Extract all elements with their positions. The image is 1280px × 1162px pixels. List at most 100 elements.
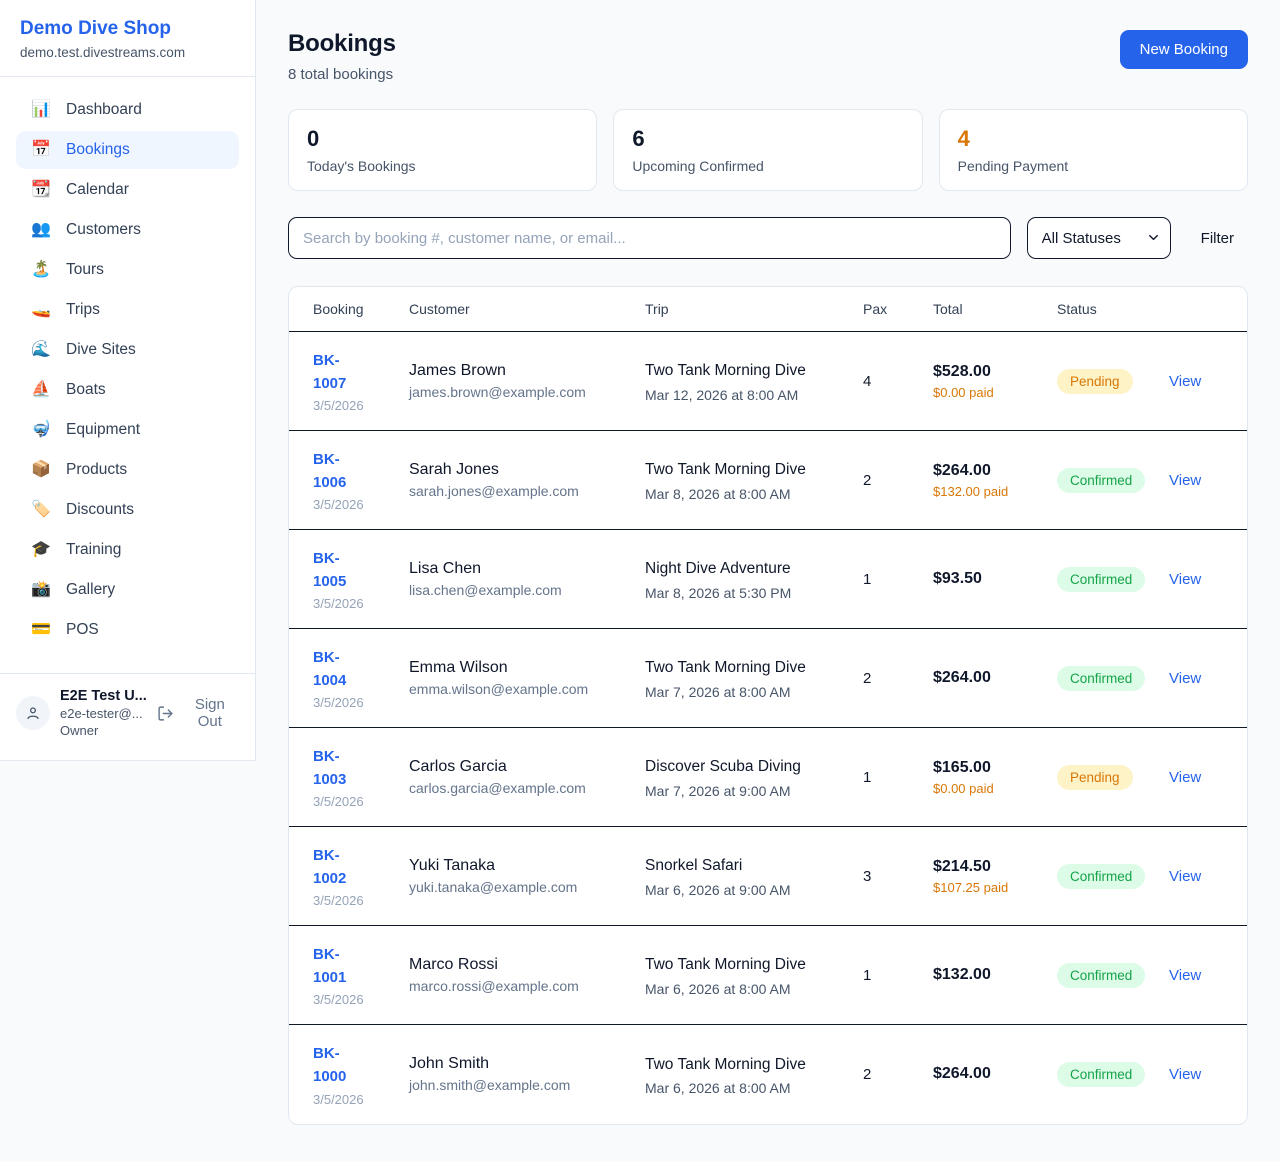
- user-box: E2E Test U... e2e-tester@... Owner Sign …: [0, 673, 255, 760]
- sidebar-item-customers[interactable]: 👥 Customers: [16, 211, 239, 249]
- booking-date: 3/5/2026: [313, 794, 393, 809]
- page-header-text: Bookings 8 total bookings: [288, 30, 396, 83]
- app-root: Demo Dive Shop demo.test.divestreams.com…: [0, 0, 1280, 1162]
- stats-row: 0 Today's Bookings 6 Upcoming Confirmed …: [288, 109, 1248, 191]
- view-link[interactable]: View: [1169, 373, 1201, 390]
- total-amount: $165.00: [933, 759, 1041, 777]
- customer-email: carlos.garcia@example.com: [409, 780, 629, 796]
- table-row: BK-1005 3/5/2026 Lisa Chen lisa.chen@exa…: [289, 530, 1247, 629]
- user-name: E2E Test U...: [60, 688, 147, 704]
- trip-name: Night Dive Adventure: [645, 557, 833, 580]
- trip-name: Two Tank Morning Dive: [645, 458, 833, 481]
- filter-button[interactable]: Filter: [1187, 222, 1248, 255]
- nav-label: Bookings: [66, 141, 130, 159]
- pax-count: 1: [855, 530, 925, 629]
- sidebar-item-bookings[interactable]: 📅 Bookings: [16, 131, 239, 169]
- stat-card-upcoming-confirmed: 6 Upcoming Confirmed: [613, 109, 922, 191]
- sidebar-item-calendar[interactable]: 📆 Calendar: [16, 171, 239, 209]
- sidebar-item-boats[interactable]: ⛵ Boats: [16, 371, 239, 409]
- booking-date: 3/5/2026: [313, 398, 393, 413]
- booking-id-link[interactable]: BK-1003: [313, 745, 371, 792]
- trip-datetime: Mar 7, 2026 at 9:00 AM: [645, 783, 847, 799]
- paid-amount: $107.25 paid: [933, 880, 1025, 895]
- new-booking-button[interactable]: New Booking: [1120, 30, 1248, 69]
- sidebar-item-pos[interactable]: 💳 POS: [16, 611, 239, 649]
- customer-name: Yuki Tanaka: [409, 857, 629, 875]
- nav-icon: 🤿: [30, 422, 52, 438]
- nav-label: POS: [66, 621, 99, 639]
- sign-out-button[interactable]: Sign Out: [157, 696, 239, 730]
- view-link[interactable]: View: [1169, 670, 1201, 687]
- nav-label: Discounts: [66, 501, 134, 519]
- bookings-table: Booking Customer Trip Pax Total Status B…: [289, 287, 1247, 1124]
- main-content: Bookings 8 total bookings New Booking 0 …: [256, 0, 1280, 1157]
- pax-count: 1: [855, 926, 925, 1025]
- view-link[interactable]: View: [1169, 1066, 1201, 1083]
- col-header-total: Total: [925, 287, 1049, 332]
- col-header-booking: Booking: [289, 287, 401, 332]
- total-amount: $132.00: [933, 966, 1041, 984]
- status-badge: Pending: [1057, 765, 1133, 790]
- view-link[interactable]: View: [1169, 967, 1201, 984]
- pax-count: 1: [855, 728, 925, 827]
- table-row: BK-1006 3/5/2026 Sarah Jones sarah.jones…: [289, 431, 1247, 530]
- sidebar-item-training[interactable]: 🎓 Training: [16, 531, 239, 569]
- pax-count: 2: [855, 431, 925, 530]
- sidebar-item-gallery[interactable]: 📸 Gallery: [16, 571, 239, 609]
- view-link[interactable]: View: [1169, 472, 1201, 489]
- trip-name: Two Tank Morning Dive: [645, 953, 833, 976]
- sidebar-item-equipment[interactable]: 🤿 Equipment: [16, 411, 239, 449]
- nav-icon: 🚤: [30, 302, 52, 318]
- stat-card-todays-bookings: 0 Today's Bookings: [288, 109, 597, 191]
- view-link[interactable]: View: [1169, 769, 1201, 786]
- booking-id-link[interactable]: BK-1005: [313, 547, 371, 594]
- paid-amount: $132.00 paid: [933, 484, 1025, 499]
- page-subtitle: 8 total bookings: [288, 66, 396, 83]
- customer-email: emma.wilson@example.com: [409, 681, 629, 697]
- sidebar-item-discounts[interactable]: 🏷️ Discounts: [16, 491, 239, 529]
- sidebar-item-dashboard[interactable]: 📊 Dashboard: [16, 91, 239, 129]
- search-input[interactable]: [288, 217, 1011, 259]
- nav-label: Dashboard: [66, 101, 142, 119]
- booking-id-link[interactable]: BK-1001: [313, 943, 371, 990]
- total-amount: $264.00: [933, 462, 1041, 480]
- booking-id-link[interactable]: BK-1007: [313, 349, 371, 396]
- pax-count: 3: [855, 827, 925, 926]
- customer-email: sarah.jones@example.com: [409, 483, 629, 499]
- customer-email: james.brown@example.com: [409, 384, 629, 400]
- sidebar-item-trips[interactable]: 🚤 Trips: [16, 291, 239, 329]
- booking-id-link[interactable]: BK-1002: [313, 844, 371, 891]
- customer-email: john.smith@example.com: [409, 1077, 629, 1093]
- trip-name: Two Tank Morning Dive: [645, 1053, 833, 1076]
- customer-name: Carlos Garcia: [409, 758, 629, 776]
- nav-label: Products: [66, 461, 127, 479]
- booking-id-link[interactable]: BK-1000: [313, 1042, 371, 1089]
- nav-label: Boats: [66, 381, 106, 399]
- sidebar-item-tours[interactable]: 🏝️ Tours: [16, 251, 239, 289]
- trip-datetime: Mar 8, 2026 at 5:30 PM: [645, 585, 847, 601]
- stat-value: 4: [958, 126, 1229, 152]
- status-select[interactable]: All Statuses: [1027, 217, 1171, 259]
- status-select-wrap: All Statuses: [1027, 217, 1171, 259]
- booking-id-link[interactable]: BK-1006: [313, 448, 371, 495]
- nav-icon: 📦: [30, 462, 52, 478]
- sidebar-item-products[interactable]: 📦 Products: [16, 451, 239, 489]
- total-amount: $93.50: [933, 570, 1041, 588]
- customer-name: John Smith: [409, 1055, 629, 1073]
- nav-icon: 👥: [30, 222, 52, 238]
- view-link[interactable]: View: [1169, 571, 1201, 588]
- table-row: BK-1001 3/5/2026 Marco Rossi marco.rossi…: [289, 926, 1247, 1025]
- sidebar-item-dive-sites[interactable]: 🌊 Dive Sites: [16, 331, 239, 369]
- nav-icon: 🎓: [30, 542, 52, 558]
- nav-label: Equipment: [66, 421, 140, 439]
- user-meta: E2E Test U... e2e-tester@... Owner: [60, 688, 147, 738]
- nav-label: Tours: [66, 261, 104, 279]
- page-header: Bookings 8 total bookings New Booking: [288, 30, 1248, 83]
- customer-email: yuki.tanaka@example.com: [409, 879, 629, 895]
- nav-icon: 🌊: [30, 342, 52, 358]
- sign-out-icon: [157, 705, 174, 722]
- view-link[interactable]: View: [1169, 868, 1201, 885]
- nav-icon: 🏝️: [30, 262, 52, 278]
- booking-id-link[interactable]: BK-1004: [313, 646, 371, 693]
- user-icon: [25, 705, 41, 721]
